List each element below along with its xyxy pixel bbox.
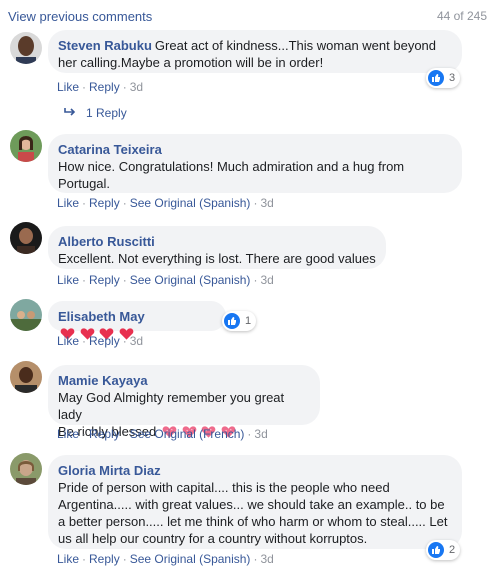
avatar[interactable]: [10, 32, 42, 64]
comment-time[interactable]: 3d: [130, 80, 143, 94]
like-button[interactable]: Like: [57, 196, 79, 210]
comment-author[interactable]: Gloria Mirta Diaz: [58, 462, 449, 479]
comment-bubble: Gloria Mirta Diaz Pride of person with c…: [48, 455, 462, 549]
like-button[interactable]: Like: [57, 80, 79, 94]
comment-bubble: Alberto Ruscitti Excellent. Not everythi…: [48, 226, 386, 269]
comment-actions: Like · Reply · See Original (Spanish) · 3d: [57, 273, 274, 287]
reply-button[interactable]: Reply: [89, 427, 120, 441]
like-button[interactable]: Like: [57, 552, 79, 566]
comment-bubble: Elisabeth May: [48, 301, 226, 340]
reply-arrow-icon: [64, 106, 76, 120]
comment-author[interactable]: Catarina Teixeira: [58, 141, 449, 158]
view-replies-link[interactable]: 1 Reply: [64, 106, 127, 120]
like-button[interactable]: Like: [57, 427, 79, 441]
reaction-number: 2: [449, 544, 456, 556]
avatar[interactable]: [10, 361, 42, 393]
avatar[interactable]: [10, 222, 42, 254]
avatar[interactable]: [10, 453, 42, 485]
view-previous-comments-link[interactable]: View previous comments: [8, 9, 152, 24]
comments-header: View previous comments 44 of 245: [0, 0, 499, 32]
comment-bubble: Mamie Kayaya May God Almighty remember y…: [48, 365, 320, 439]
comment-time[interactable]: 3d: [260, 552, 273, 566]
comment-time[interactable]: 3d: [260, 196, 273, 210]
comment-author[interactable]: Elisabeth May: [58, 309, 145, 324]
see-original-link[interactable]: See Original (Spanish): [130, 196, 251, 210]
reaction-count[interactable]: 1: [222, 311, 257, 331]
comment-actions: Like · Reply · 3d: [57, 334, 144, 348]
comment-text: Excellent. Not everything is lost. There…: [58, 251, 376, 266]
comment-actions: Like · Reply · See Original (French) · 3d: [57, 427, 268, 441]
comment-bubble: Catarina Teixeira How nice. Congratulati…: [48, 134, 462, 193]
reply-button[interactable]: Reply: [89, 334, 120, 348]
reaction-count[interactable]: 3: [426, 68, 461, 88]
comment-time[interactable]: 3d: [130, 334, 143, 348]
avatar[interactable]: [10, 299, 42, 331]
comment-actions: Like · Reply · 3d: [57, 80, 144, 94]
reply-button[interactable]: Reply: [89, 273, 120, 287]
comment-text: How nice. Congratulations! Much admirati…: [58, 159, 405, 191]
comment-actions: Like · Reply · See Original (Spanish) · 3d: [57, 552, 274, 566]
comment-author[interactable]: Mamie Kayaya: [58, 372, 307, 389]
like-button[interactable]: Like: [57, 273, 79, 287]
reaction-number: 1: [245, 315, 252, 327]
comment-author[interactable]: Alberto Ruscitti: [58, 233, 373, 250]
see-original-link[interactable]: See Original (Spanish): [130, 552, 251, 566]
like-reaction-icon: [428, 70, 444, 86]
comment-author[interactable]: Steven Rabuku: [58, 38, 152, 53]
comment-text: Pride of person with capital.... this is…: [58, 480, 448, 546]
see-original-link[interactable]: See Original (French): [130, 427, 245, 441]
reaction-count[interactable]: 2: [426, 540, 461, 560]
comment-time[interactable]: 3d: [254, 427, 267, 441]
comment-actions: Like · Reply · See Original (Spanish) · 3d: [57, 196, 274, 210]
reply-button[interactable]: Reply: [89, 552, 120, 566]
comment-bubble: Steven Rabuku Great act of kindness...Thi…: [48, 30, 462, 73]
like-reaction-icon: [428, 542, 444, 558]
avatar[interactable]: [10, 130, 42, 162]
reply-button[interactable]: Reply: [89, 80, 120, 94]
comment-text-line: May God Almighty remember you great lady: [58, 390, 285, 422]
like-reaction-icon: [224, 313, 240, 329]
like-button[interactable]: Like: [57, 334, 79, 348]
comment-count: 44 of 245: [436, 9, 487, 23]
reply-button[interactable]: Reply: [89, 196, 120, 210]
comment-time[interactable]: 3d: [260, 273, 273, 287]
see-original-link[interactable]: See Original (Spanish): [130, 273, 251, 287]
reaction-number: 3: [449, 72, 456, 84]
